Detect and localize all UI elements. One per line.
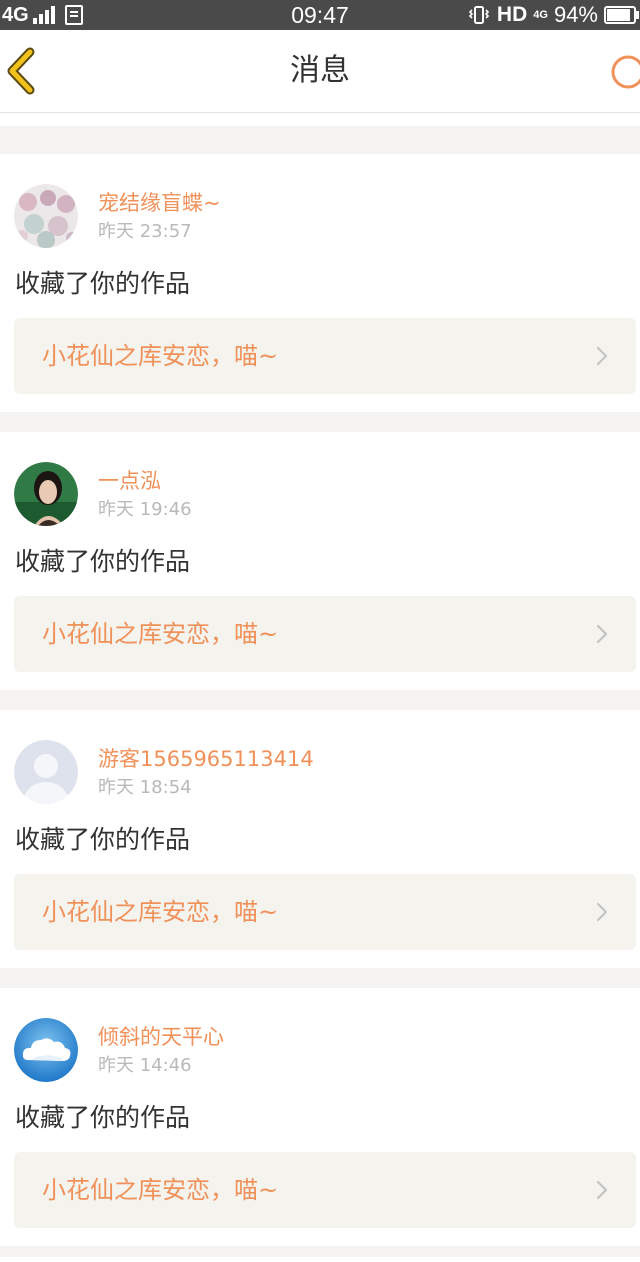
message-card: 倾斜的天平心 昨天 14:46 收藏了你的作品 小花仙之库安恋，喵~ [0,988,640,1246]
battery-percent: 94% [553,2,598,27]
nav-right-button[interactable] [610,54,640,90]
action-text: 收藏了你的作品 [15,547,191,576]
username[interactable]: 一点泓 [98,468,161,494]
screen: 4G 09:47 HD 4G 94% 消息 宠结缘盲蝶~ 昨天 23:57 收藏… [0,0,640,1262]
vibrate-icon [468,6,490,24]
next-card-edge [0,1257,640,1262]
timestamp: 昨天 18:54 [98,777,192,798]
work-title: 小花仙之库安恋，喵~ [42,342,279,370]
timestamp: 昨天 14:46 [98,1055,192,1076]
work-title: 小花仙之库安恋，喵~ [42,1176,279,1204]
default-avatar[interactable] [14,740,78,804]
chevron-right-icon [596,624,608,644]
circle-icon [611,55,640,89]
chevron-right-icon [596,1180,608,1200]
battery-icon [604,6,639,24]
message-card: 一点泓 昨天 19:46 收藏了你的作品 小花仙之库安恋，喵~ [0,432,640,690]
previous-card-edge [0,113,640,126]
chevron-right-icon [596,902,608,922]
avatar[interactable] [14,184,78,248]
timestamp: 昨天 23:57 [98,221,192,242]
timestamp: 昨天 19:46 [98,499,192,520]
chevron-right-icon [596,346,608,366]
page-title: 消息 [290,53,350,88]
username[interactable]: 倾斜的天平心 [98,1024,224,1050]
nav-bar: 消息 [0,30,640,113]
message-card: 宠结缘盲蝶~ 昨天 23:57 收藏了你的作品 小花仙之库安恋，喵~ [0,154,640,412]
status-bar: 4G 09:47 HD 4G 94% [0,0,640,30]
work-link[interactable]: 小花仙之库安恋，喵~ [14,874,636,950]
action-text: 收藏了你的作品 [15,269,191,298]
work-title: 小花仙之库安恋，喵~ [42,620,279,648]
status-right: HD 4G 94% [467,0,639,30]
avatar[interactable] [14,1018,78,1082]
work-link[interactable]: 小花仙之库安恋，喵~ [14,318,636,394]
message-card: 游客1565965113414 昨天 18:54 收藏了你的作品 小花仙之库安恋… [0,710,640,968]
action-text: 收藏了你的作品 [15,1103,191,1132]
work-link[interactable]: 小花仙之库安恋，喵~ [14,596,636,672]
username[interactable]: 宠结缘盲蝶~ [98,190,221,216]
action-text: 收藏了你的作品 [15,825,191,854]
avatar[interactable] [14,462,78,526]
work-link[interactable]: 小花仙之库安恋，喵~ [14,1152,636,1228]
hd-indicator: HD [496,3,528,26]
network-small: 4G [533,8,548,21]
work-title: 小花仙之库安恋，喵~ [42,898,279,926]
username[interactable]: 游客1565965113414 [98,746,314,772]
